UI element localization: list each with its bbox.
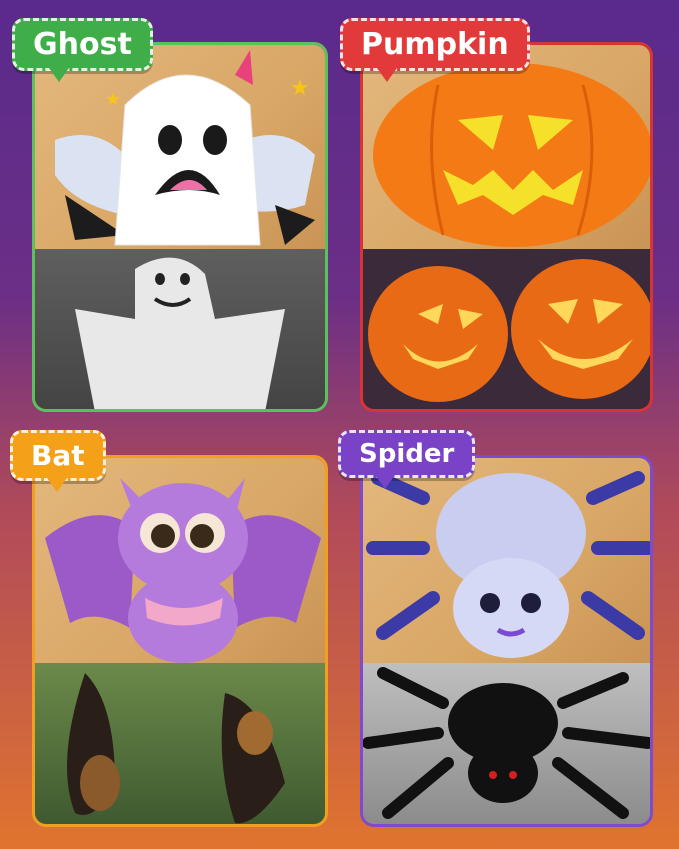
- svg-text:★: ★: [290, 76, 310, 101]
- pumpkin-puzzle-icon: [373, 63, 650, 247]
- pumpkin-photo: [363, 248, 650, 409]
- fuzzy-spider-icon: [363, 666, 650, 819]
- spider-photo: [363, 662, 650, 824]
- bat-puzzle-icon: [45, 478, 321, 663]
- ghost-card: ★ ★: [32, 42, 328, 412]
- pumpkin-label: Pumpkin: [340, 18, 530, 82]
- fruit-bat-icon: [67, 672, 285, 824]
- ghost-puzzle-icon: ★ ★: [55, 50, 315, 246]
- ghost-costume-icon: [75, 257, 285, 409]
- spider-puzzle-board: [363, 458, 650, 663]
- bat-label: Bat: [10, 430, 106, 492]
- spider-label: Spider: [338, 430, 476, 489]
- ghost-puzzle-board: ★ ★: [35, 45, 325, 249]
- spider-puzzle-icon: [366, 471, 650, 658]
- pumpkin-card: [360, 42, 653, 412]
- bat-photo: [35, 662, 325, 824]
- pumpkin-puzzle-board: [363, 45, 650, 249]
- bat-puzzle-board: [35, 458, 325, 663]
- ghost-photo: [35, 248, 325, 409]
- ghost-label: Ghost: [12, 18, 153, 82]
- svg-text:★: ★: [105, 89, 121, 110]
- bat-card: [32, 455, 328, 827]
- jack-o-lantern-icon: [368, 258, 650, 402]
- spider-card: [360, 455, 653, 827]
